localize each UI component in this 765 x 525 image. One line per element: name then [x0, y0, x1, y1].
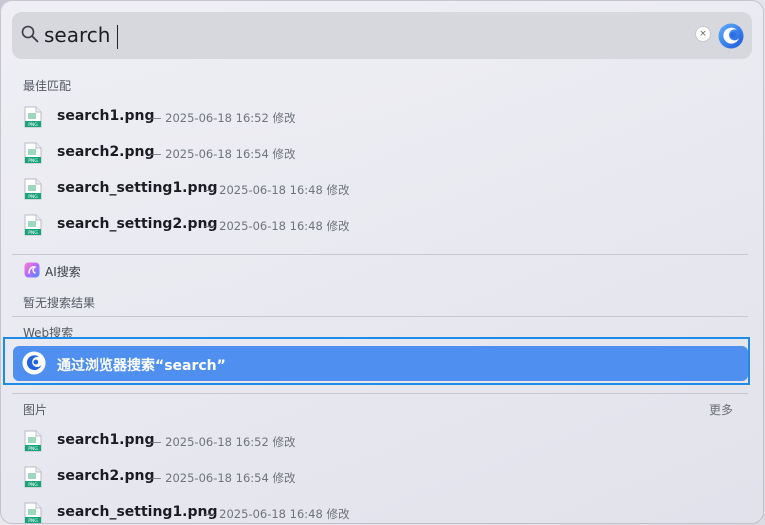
file-result-row[interactable]: PNG search2.png — 2025-06-18 16:54 修改	[12, 460, 752, 494]
file-modified-time: — 2025-06-18 16:52 修改	[150, 435, 296, 449]
file-name: search_setting2.png	[57, 216, 218, 232]
png-file-icon: PNG	[24, 502, 42, 524]
search-input[interactable]	[44, 19, 644, 51]
ai-search-icon	[24, 262, 40, 278]
svg-text:PNG: PNG	[28, 122, 38, 128]
browser-search-label: 通过浏览器搜索“search”	[57, 358, 226, 374]
divider	[12, 254, 748, 255]
svg-text:PNG: PNG	[28, 482, 38, 488]
file-result-row[interactable]: PNG search1.png — 2025-06-18 16:52 修改	[12, 100, 752, 134]
more-images-link[interactable]: 更多	[709, 401, 733, 418]
png-file-icon: PNG	[24, 178, 42, 200]
png-file-icon: PNG	[24, 466, 42, 488]
file-result-row[interactable]: PNG search_setting2.png — 2025-06-18 16:…	[12, 208, 752, 242]
svg-text:PNG: PNG	[28, 518, 38, 524]
file-modified-time: — 2025-06-18 16:52 修改	[150, 111, 296, 125]
file-modified-time: — 2025-06-18 16:54 修改	[150, 471, 296, 485]
png-file-icon: PNG	[24, 106, 42, 128]
file-name: search1.png	[57, 432, 155, 448]
png-file-icon: PNG	[24, 430, 42, 452]
clear-search-button[interactable]: ×	[696, 27, 710, 41]
browser-search-button[interactable]: 通过浏览器搜索“search”	[13, 346, 748, 381]
file-modified-time: — 2025-06-18 16:48 修改	[204, 507, 350, 521]
file-result-row[interactable]: PNG search_setting1.png — 2025-06-18 16:…	[12, 496, 752, 524]
svg-text:PNG: PNG	[28, 230, 38, 236]
file-name: search_setting1.png	[57, 180, 218, 196]
svg-text:PNG: PNG	[28, 158, 38, 164]
search-icon	[21, 25, 39, 43]
section-title-images: 图片	[23, 403, 48, 417]
text-caret	[117, 25, 118, 49]
file-name: search_setting1.png	[57, 504, 218, 520]
file-result-row[interactable]: PNG search2.png — 2025-06-18 16:54 修改	[12, 136, 752, 170]
png-file-icon: PNG	[24, 142, 42, 164]
search-panel: × 最佳匹配 PNG search1.png — 2025-06-18 16:5…	[0, 0, 764, 524]
divider	[12, 393, 748, 394]
file-modified-time: — 2025-06-18 16:48 修改	[204, 219, 350, 233]
ai-search-label: AI搜索	[45, 265, 81, 279]
file-result-row[interactable]: PNG search_setting1.png — 2025-06-18 16:…	[12, 172, 752, 206]
browser-icon	[22, 351, 46, 375]
file-name: search2.png	[57, 144, 155, 160]
png-file-icon: PNG	[24, 214, 42, 236]
file-modified-time: — 2025-06-18 16:48 修改	[204, 183, 350, 197]
svg-text:PNG: PNG	[28, 194, 38, 200]
file-result-row[interactable]: PNG search1.png — 2025-06-18 16:52 修改	[12, 424, 752, 458]
browser-icon[interactable]	[718, 23, 744, 49]
divider	[12, 316, 748, 317]
search-bar[interactable]: ×	[12, 12, 752, 59]
file-name: search2.png	[57, 468, 155, 484]
section-title-best-match: 最佳匹配	[23, 79, 72, 93]
file-name: search1.png	[57, 108, 155, 124]
file-modified-time: — 2025-06-18 16:54 修改	[150, 147, 296, 161]
ai-search-empty-text: 暂无搜索结果	[23, 296, 96, 310]
svg-text:PNG: PNG	[28, 446, 38, 452]
